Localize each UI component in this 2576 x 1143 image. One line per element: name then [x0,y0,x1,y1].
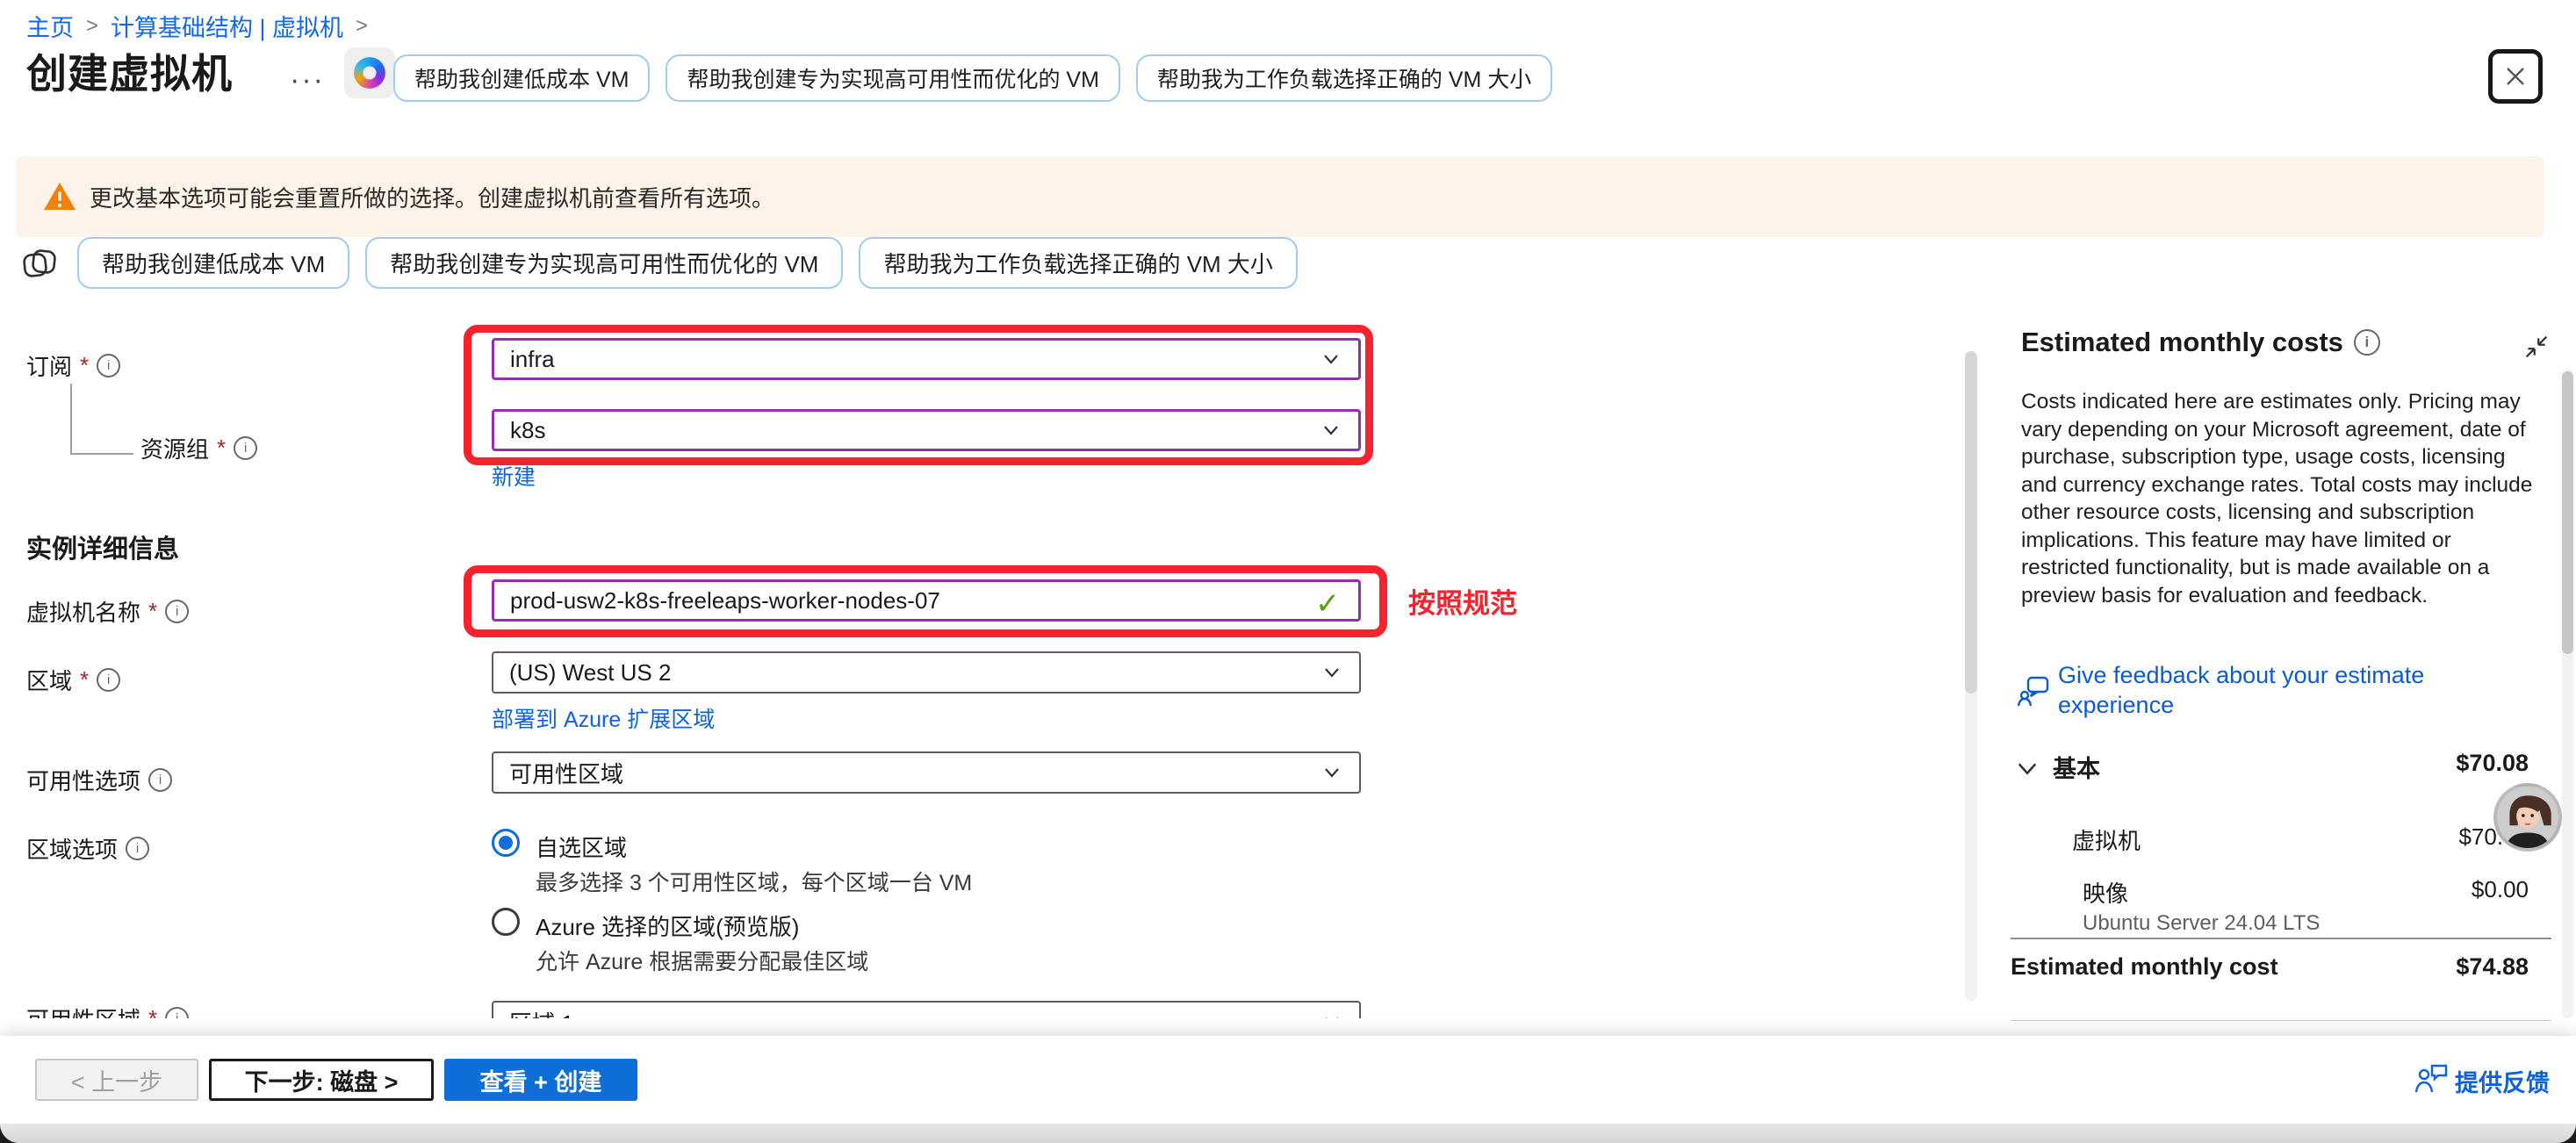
copilot-suggestion-chips-inline: 帮助我创建低成本 VM 帮助我创建专为实现高可用性而优化的 VM 帮助我为工作负… [77,237,1298,289]
info-icon[interactable]: i [126,837,149,860]
cost-row-label: 虚拟机 [2072,823,2141,856]
tree-connector [70,453,133,455]
copilot-icon [354,57,385,89]
cost-panel-description: Costs indicated here are estimates only.… [2021,388,2541,609]
info-icon[interactable]: i [165,600,189,623]
cost-panel-title: Estimated monthly costs i [2021,327,2380,358]
breadcrumb-home-link[interactable]: 主页 [26,9,74,43]
warning-icon [42,181,77,212]
chip-low-cost-vm[interactable]: 帮助我创建低成本 VM [393,54,650,102]
availability-options-label: 可用性选项 i [26,764,172,796]
avatar-image [2497,787,2558,848]
close-icon [2502,63,2529,90]
vm-name-label: 虚拟机名称* i [26,595,189,628]
breadcrumb-separator-icon: > [86,14,98,39]
radio-self-select-sub: 最多选择 3 个可用性区域，每个区域一台 VM [536,866,972,897]
zone-options-label: 区域选项 i [26,832,149,865]
review-create-button[interactable]: 查看 + 创建 [444,1059,637,1101]
chip-high-availability-vm[interactable]: 帮助我创建专为实现高可用性而优化的 VM [365,237,843,289]
subscription-label: 订阅* i [26,349,120,382]
provide-feedback-link[interactable]: 提供反馈 [2455,1064,2550,1098]
warning-banner: 更改基本选项可能会重置所做的选择。创建虚拟机前查看所有选项。 [16,156,2544,237]
content-scrollbar-thumb[interactable] [1965,351,1977,694]
cost-row-value: $70.08 [2283,823,2529,851]
info-icon[interactable]: i [2354,329,2380,356]
cost-group-value: $70.08 [2283,750,2529,777]
breadcrumb-separator-icon: > [356,14,368,39]
more-menu-button[interactable]: ··· [290,63,325,97]
info-icon[interactable]: i [234,436,257,460]
info-icon[interactable]: i [148,768,172,792]
radio-self-select-zones[interactable] [492,829,520,857]
subscription-dropdown[interactable]: infra [492,338,1361,380]
cost-total-value: $74.88 [2283,953,2529,981]
divider [2011,1020,2551,1021]
previous-step-button[interactable]: < 上一步 [35,1059,198,1101]
copilot-suggestion-chips-top: 帮助我创建低成本 VM 帮助我创建专为实现高可用性而优化的 VM 帮助我为工作负… [393,54,1552,102]
availability-zones-row-clipped: 可用性区域* i 区域 1 [0,996,1963,1018]
window-bottom-strip [0,1124,2576,1143]
chevron-down-icon [1320,1010,1343,1018]
close-button[interactable] [2488,49,2543,104]
region-dropdown[interactable]: (US) West US 2 [492,651,1361,694]
annotation-text: 按照规范 [1408,581,1517,621]
radio-azure-select-label[interactable]: Azure 选择的区域(预览版) [536,909,799,942]
next-step-disks-button[interactable]: 下一步: 磁盘 > [209,1059,434,1101]
chip-high-availability-vm[interactable]: 帮助我创建专为实现高可用性而优化的 VM [666,54,1119,102]
availability-zones-dropdown[interactable]: 区域 1 [492,1001,1361,1018]
resource-group-dropdown[interactable]: k8s [492,409,1361,451]
tree-connector [70,384,72,453]
resource-group-label: 资源组* i [140,432,257,464]
radio-azure-select-sub: 允许 Azure 根据需要分配最佳区域 [536,945,868,976]
radio-azure-select-zones[interactable] [492,908,520,936]
cost-row-value: $0.00 [2283,876,2529,903]
chevron-down-icon [1320,419,1342,442]
feedback-person-icon [2413,1060,2450,1096]
vm-name-input[interactable] [492,579,1361,622]
valid-check-icon: ✓ [1315,586,1341,622]
chevron-down-icon [1320,348,1342,370]
chip-right-vm-size[interactable]: 帮助我为工作负载选择正确的 VM 大小 [859,237,1297,289]
feedback-bubbles-icon [2016,672,2053,709]
estimate-feedback-link[interactable]: Give feedback about your estimate experi… [2058,660,2527,720]
chevron-down-icon[interactable] [2014,755,2040,781]
warning-text: 更改基本选项可能会重置所做的选择。创建虚拟机前查看所有选项。 [90,181,774,213]
cost-group-label[interactable]: 基本 [2053,750,2100,784]
assistant-avatar[interactable] [2493,783,2562,852]
instance-details-heading: 实例详细信息 [26,528,179,565]
radio-self-select-label[interactable]: 自选区域 [536,830,627,863]
availability-options-dropdown[interactable]: 可用性区域 [492,751,1361,794]
cost-row-label: 映像 [2083,876,2128,909]
cost-total-label: Estimated monthly cost [2011,953,2278,981]
page-scrollbar-thumb[interactable] [2562,371,2573,654]
create-vm-page: 主页 > 计算基础结构 | 虚拟机 > 创建虚拟机 ··· 帮助我创建低成本 V… [0,0,2576,1143]
region-label: 区域* i [26,664,120,696]
page-title: 创建虚拟机 [26,42,233,100]
copilot-button[interactable] [344,47,395,98]
breadcrumb: 主页 > 计算基础结构 | 虚拟机 > [26,9,368,43]
info-icon[interactable]: i [97,668,120,692]
extended-zone-link[interactable]: 部署到 Azure 扩展区域 [492,702,715,734]
cost-row-sub: Ubuntu Server 24.04 LTS [2083,911,2320,936]
info-icon[interactable]: i [97,354,120,377]
breadcrumb-section-link[interactable]: 计算基础结构 | 虚拟机 [111,9,343,43]
create-new-link[interactable]: 新建 [492,460,536,492]
chevron-down-icon [1320,661,1343,684]
collapse-panel-icon[interactable] [2522,332,2551,362]
availability-zones-label: 可用性区域* i [26,1003,189,1018]
copilot-outline-icon [19,244,60,284]
divider [2011,938,2551,939]
chip-right-vm-size[interactable]: 帮助我为工作负载选择正确的 VM 大小 [1136,54,1552,102]
chip-low-cost-vm[interactable]: 帮助我创建低成本 VM [77,237,349,289]
info-icon[interactable]: i [165,1007,189,1018]
chevron-down-icon [1320,761,1343,784]
